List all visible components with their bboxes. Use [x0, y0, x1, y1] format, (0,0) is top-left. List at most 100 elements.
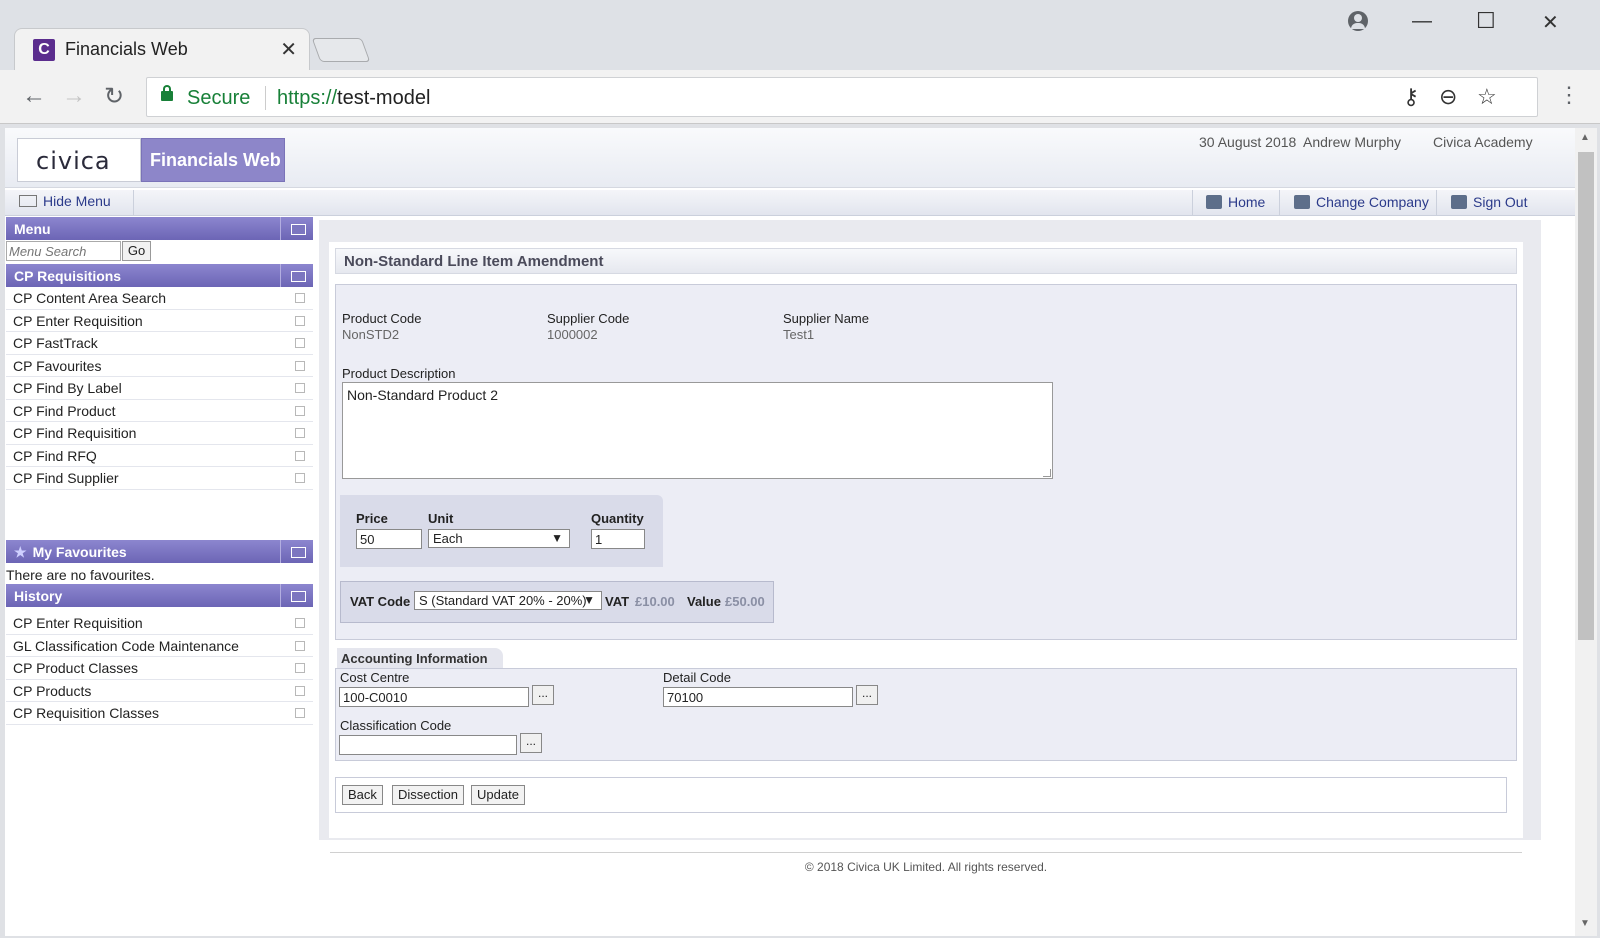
menu-item-label: CP Find RFQ — [13, 447, 97, 464]
page-scrollbar[interactable]: ▲ ▼ — [1575, 128, 1597, 936]
detail-code-lookup-button[interactable]: ... — [856, 685, 878, 705]
zoom-out-icon[interactable]: ⊖ — [1439, 84, 1457, 110]
product-code-value: NonSTD2 — [342, 327, 400, 342]
menu-item[interactable]: CP Find Product — [6, 400, 313, 422]
scroll-up-icon[interactable]: ▲ — [1580, 132, 1590, 143]
update-button[interactable]: Update — [471, 785, 525, 805]
history-item[interactable]: CP Product Classes — [6, 657, 313, 680]
menu-item[interactable]: CP Find Supplier — [6, 467, 313, 490]
panel-toggle-icon[interactable] — [280, 264, 313, 287]
supplier-code-label: Supplier Code — [547, 311, 630, 326]
vat-code-select[interactable]: S (Standard VAT 20% - 20%) ▼ — [414, 591, 602, 610]
menu-item-label: CP Find Product — [13, 402, 116, 419]
detail-code-label: Detail Code — [663, 670, 731, 685]
address-bar[interactable]: Secure https://test-model ⚷ ⊖ ☆ — [146, 77, 1538, 117]
new-tab-button[interactable] — [311, 38, 371, 62]
open-window-icon[interactable] — [295, 315, 305, 326]
quantity-label: Quantity — [591, 511, 644, 526]
price-label: Price — [356, 511, 388, 526]
menu-panel-title: Menu — [14, 221, 51, 237]
scroll-down-icon[interactable]: ▼ — [1580, 918, 1590, 929]
history-item[interactable]: CP Products — [6, 680, 313, 702]
home-link[interactable]: Home — [1206, 194, 1265, 210]
open-window-icon[interactable] — [295, 338, 305, 348]
hide-menu-label: Hide Menu — [43, 193, 111, 209]
history-item[interactable]: CP Enter Requisition — [6, 612, 313, 635]
scroll-thumb[interactable] — [1578, 152, 1594, 640]
product-description-textarea[interactable]: Non-Standard Product 2 — [342, 382, 1053, 479]
tab-close-icon[interactable]: ✕ — [280, 37, 297, 62]
hide-menu-link[interactable]: Hide Menu — [19, 193, 111, 209]
cost-centre-lookup-button[interactable]: ... — [532, 685, 554, 705]
browser-tab[interactable]: C Financials Web ✕ — [14, 28, 310, 70]
logo-text: civica — [36, 147, 111, 175]
sign-out-link[interactable]: Sign Out — [1451, 194, 1527, 210]
panel-toggle-icon[interactable] — [280, 540, 313, 563]
product-code-label: Product Code — [342, 311, 422, 326]
classification-code-lookup-button[interactable]: ... — [520, 733, 542, 753]
header-date: 30 August 2018 — [1199, 134, 1297, 150]
menu-item-label: CP Find By Label — [13, 380, 122, 396]
open-window-icon[interactable] — [295, 360, 305, 371]
open-window-icon[interactable] — [295, 708, 305, 718]
open-window-icon[interactable] — [295, 473, 305, 483]
classification-code-label: Classification Code — [340, 718, 452, 733]
resize-handle-icon[interactable] — [1043, 469, 1051, 477]
open-window-icon[interactable] — [295, 685, 305, 696]
menu-item[interactable]: CP Find By Label — [6, 377, 313, 400]
reload-icon[interactable]: ↻ — [104, 82, 124, 111]
go-button[interactable]: Go — [122, 241, 151, 261]
product-description-label: Product Description — [342, 366, 456, 381]
menu-item[interactable]: CP Find RFQ — [6, 445, 313, 467]
open-window-icon[interactable] — [295, 383, 305, 393]
cost-centre-input[interactable]: 100-C0010 — [339, 687, 529, 707]
open-window-icon[interactable] — [295, 405, 305, 416]
window-close-icon[interactable]: ✕ — [1542, 10, 1559, 35]
menu-item[interactable]: CP FastTrack — [6, 332, 313, 355]
menu-item[interactable]: CP Favourites — [6, 355, 313, 377]
key-icon[interactable]: ⚷ — [1403, 84, 1419, 110]
menu-item[interactable]: CP Content Area Search — [6, 287, 313, 310]
unit-label: Unit — [428, 511, 454, 526]
history-item[interactable]: CP Requisition Classes — [6, 702, 313, 725]
menubar-divider — [1192, 190, 1193, 216]
history-panel-header: History — [6, 584, 313, 607]
open-window-icon[interactable] — [295, 640, 305, 651]
open-window-icon[interactable] — [295, 428, 305, 438]
dropdown-arrow-icon: ▼ — [583, 593, 595, 607]
browser-menu-icon[interactable]: ⋮ — [1558, 82, 1580, 108]
menu-item[interactable]: CP Enter Requisition — [6, 310, 313, 332]
forward-arrow-icon[interactable]: → — [62, 82, 86, 110]
profile-icon[interactable] — [1348, 11, 1368, 31]
star-bookmark-icon[interactable]: ☆ — [1477, 84, 1497, 110]
classification-code-input[interactable] — [339, 735, 517, 755]
menu-item[interactable]: CP Find Requisition — [6, 422, 313, 445]
url-text: https://test-model — [277, 87, 430, 110]
history-item-label: CP Enter Requisition — [13, 615, 143, 631]
price-input[interactable]: 50 — [356, 529, 422, 549]
panel-toggle-icon[interactable] — [280, 584, 313, 607]
detail-code-input[interactable]: 70100 — [663, 687, 853, 707]
history-item[interactable]: GL Classification Code Maintenance — [6, 635, 313, 657]
open-window-icon[interactable] — [295, 293, 305, 303]
back-button[interactable]: Back — [342, 785, 383, 805]
civica-logo[interactable]: civica — [17, 138, 141, 182]
accounting-information-tab[interactable]: Accounting Information — [337, 648, 503, 668]
open-window-icon[interactable] — [295, 663, 305, 673]
open-window-icon[interactable] — [295, 450, 305, 461]
value-label: Value — [687, 594, 721, 609]
back-arrow-icon[interactable]: ← — [22, 82, 46, 110]
quantity-input[interactable]: 1 — [591, 529, 645, 549]
maximize-icon[interactable]: ☐ — [1476, 8, 1496, 34]
browser-title-bar: C Financials Web ✕ — ☐ ✕ — [0, 0, 1600, 70]
open-window-icon[interactable] — [295, 618, 305, 628]
minimize-icon[interactable]: — — [1412, 10, 1432, 33]
menu-search-input[interactable] — [6, 241, 121, 261]
menubar-divider — [1279, 190, 1280, 216]
dissection-button[interactable]: Dissection — [392, 785, 464, 805]
panel-toggle-icon[interactable] — [280, 217, 313, 240]
action-bar: Back Dissection Update — [335, 777, 1507, 813]
change-company-link[interactable]: Change Company — [1294, 194, 1429, 210]
url-host: test-model — [337, 87, 431, 109]
unit-select[interactable]: Each ▼ — [428, 529, 570, 548]
